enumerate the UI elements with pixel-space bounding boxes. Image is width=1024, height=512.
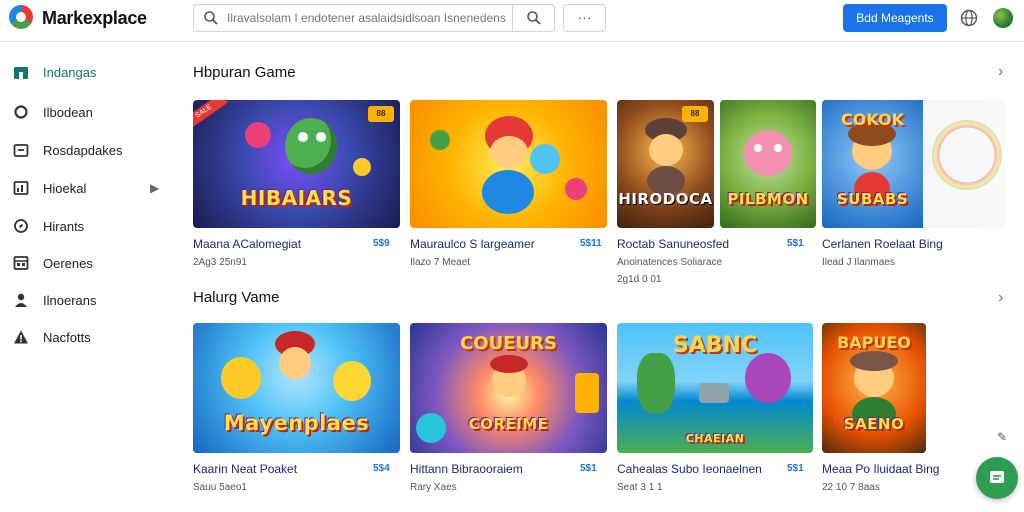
game-thumbnail[interactable]: COUEURS COREIME — [410, 323, 607, 453]
thumbnail-title: COREIME — [468, 415, 549, 433]
game-subtitle: Rary Xaes — [410, 482, 457, 493]
more-options-button[interactable]: ··· — [563, 4, 606, 32]
search-button[interactable] — [512, 4, 554, 32]
thumbnail-title: CHAEIAN — [685, 432, 745, 445]
user-icon — [15, 293, 27, 307]
game-name[interactable]: Maana ACalomegiat — [193, 237, 301, 251]
game-subtitle: 2Ag3 25n91 — [193, 257, 247, 268]
top-bar: Markexplace ··· Bdd Meagents — [0, 0, 1024, 42]
section-title: Halurg Vame — [193, 289, 280, 306]
chart-icon — [13, 181, 29, 195]
thumbnail-top-title: BAPUEO — [837, 333, 911, 352]
game-price: 5$11 — [580, 238, 602, 249]
circle-icon — [14, 105, 28, 119]
thumbnail-top-title: COKOK — [840, 110, 905, 129]
sidebar-item-label: Hirants — [43, 219, 85, 234]
game-name[interactable]: Cerlanen Roelaat Bing — [822, 237, 943, 251]
brand-title[interactable]: Markexplace — [42, 8, 147, 29]
warning-icon — [14, 330, 28, 344]
game-thumbnail[interactable]: PILBMON — [720, 100, 816, 228]
game-subtitle: Sauu 5aeo1 — [193, 482, 247, 493]
game-name[interactable]: Kaarin Neat Poaket — [193, 462, 297, 476]
primary-action-button[interactable]: Bdd Meagents — [843, 4, 947, 32]
chevron-right-icon[interactable]: › — [998, 63, 1003, 81]
globe-icon[interactable] — [960, 9, 978, 27]
home-icon — [14, 67, 28, 79]
thumbnail-title: SUBABS — [836, 190, 909, 208]
game-subtitle: 2g1d 0 01 — [617, 274, 662, 285]
game-name[interactable]: Cahealas Subo Ieonaelnen — [617, 462, 762, 476]
game-price: 5$1 — [787, 238, 804, 249]
game-price: 5$9 — [373, 238, 390, 249]
chat-button[interactable] — [976, 457, 1018, 499]
thumbnail-top-title: SABNC — [672, 333, 758, 358]
avatar[interactable] — [993, 8, 1013, 28]
sidebar-item-label: Indangas — [43, 65, 97, 80]
sidebar-item-label: Hioekal — [43, 181, 87, 196]
thumbnail-title: PILBMON — [727, 190, 809, 208]
edit-icon[interactable]: ✎ — [997, 430, 1007, 444]
sidebar-item-label: Nacfotts — [43, 330, 91, 345]
sidebar-item-3[interactable]: Hioekal ▶ — [0, 173, 178, 203]
grid-icon — [13, 256, 29, 270]
sidebar-item-5[interactable]: Oerenes — [0, 248, 178, 278]
game-subtitle: Ilead J Ilanmaes — [822, 257, 895, 268]
chevron-right-icon[interactable]: › — [998, 289, 1003, 307]
section-title: Hbpuran Game — [193, 64, 296, 81]
game-price: 5$1 — [580, 463, 597, 474]
search-icon — [204, 11, 218, 25]
game-name[interactable]: Meaa Po Iluidaat Bing — [822, 462, 939, 476]
thumbnail-title: HIBAIARS — [240, 186, 353, 210]
thumbnail-title: Mayenplaes — [223, 411, 370, 435]
search-input[interactable] — [227, 8, 509, 28]
game-thumbnail[interactable]: 88 HIRODOCA — [617, 100, 714, 228]
sidebar-item-label: Oerenes — [43, 256, 93, 271]
thumbnail-top-title: COUEURS — [460, 333, 557, 354]
rating-badge: 88 — [368, 106, 394, 122]
sidebar-item-1[interactable]: Ilbodean — [0, 97, 178, 127]
thumbnail-title: HIRODOCA — [618, 190, 713, 208]
sidebar-item-4[interactable]: Hirants — [0, 211, 178, 241]
game-price: 5$4 — [373, 463, 390, 474]
compass-icon — [14, 219, 28, 233]
game-thumbnail[interactable]: BAPUEO SAENO — [822, 323, 926, 453]
game-thumbnail[interactable]: SABNC CHAEIAN — [617, 323, 813, 453]
sidebar-item-label: Rosdapdakes — [43, 143, 123, 158]
sidebar-item-6[interactable]: Ilnoerans — [0, 285, 178, 315]
game-name[interactable]: Mauraulco S largeamer — [410, 237, 535, 251]
chat-icon — [990, 471, 1004, 483]
sidebar-item-7[interactable]: Nacfotts — [0, 322, 178, 352]
thumbnail-title: SAENO — [843, 415, 905, 433]
game-subtitle: Seat 3 1 1 — [617, 482, 663, 493]
rating-badge: 88 — [682, 106, 708, 122]
game-subtitle: Ilazo 7 Meaet — [410, 257, 471, 268]
game-thumbnail[interactable]: COKOK SUBABS — [822, 100, 1005, 228]
game-price: 5$1 — [787, 463, 804, 474]
sidebar: Indangas Ilbodean Rosdapdakes Hioekal ▶ … — [0, 42, 178, 512]
sidebar-item-0[interactable]: Indangas — [0, 57, 178, 87]
game-thumbnail[interactable] — [410, 100, 607, 228]
folder-icon — [13, 144, 29, 157]
search-bar — [193, 4, 555, 32]
game-name[interactable]: Hittann Bibraooraiem — [410, 462, 523, 476]
sidebar-item-label: Ilbodean — [43, 105, 93, 120]
chevron-right-icon[interactable]: ▶ — [150, 181, 159, 195]
sidebar-item-label: Ilnoerans — [43, 293, 97, 308]
game-subtitle: Anoinatences Soliarace — [617, 257, 723, 268]
game-subtitle: 22 10 7 8aas — [822, 482, 880, 493]
game-name[interactable]: Roctab Sanuneosfed — [617, 237, 729, 251]
game-thumbnail[interactable]: SALE 88 HIBAIARS — [193, 100, 400, 228]
sidebar-item-2[interactable]: Rosdapdakes — [0, 135, 178, 165]
search-icon — [526, 11, 541, 25]
logo-icon[interactable] — [9, 5, 33, 29]
game-thumbnail[interactable]: Mayenplaes — [193, 323, 400, 453]
